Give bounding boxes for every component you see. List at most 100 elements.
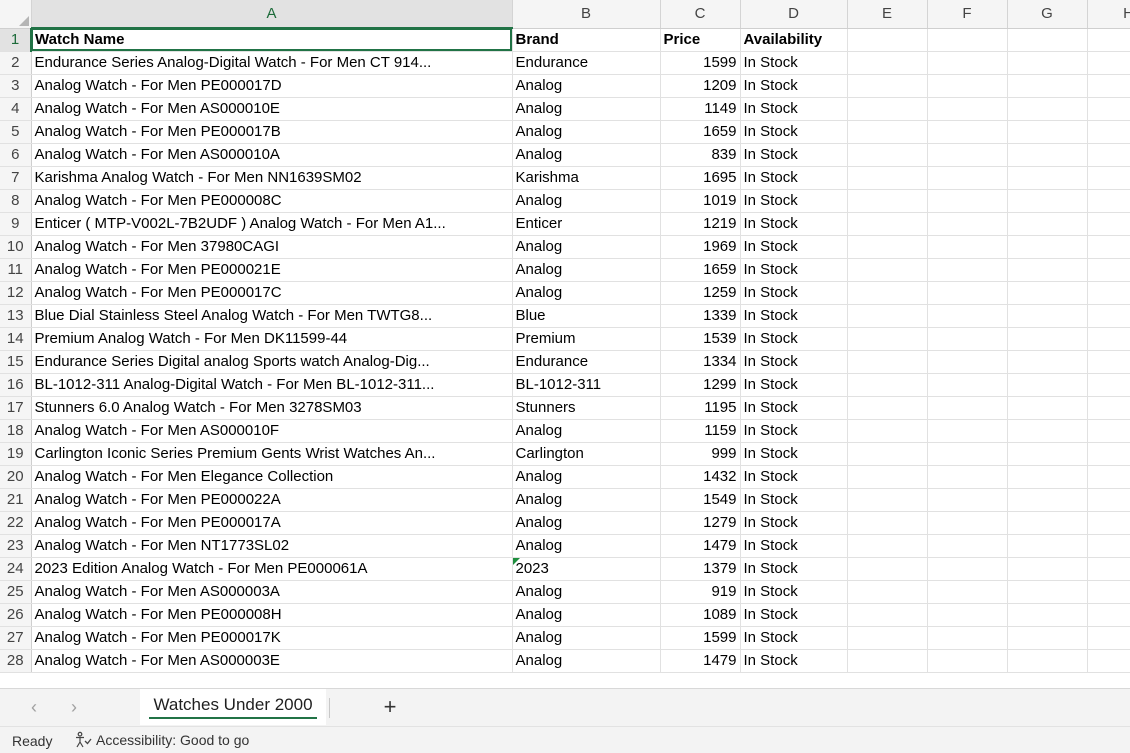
cell-c3[interactable]: 1209	[660, 74, 741, 98]
empty-cell[interactable]	[1007, 51, 1088, 75]
row-header[interactable]: 19	[0, 442, 32, 466]
empty-cell[interactable]	[1007, 465, 1088, 489]
cell-c4[interactable]: 1149	[660, 97, 741, 121]
empty-cell[interactable]	[1007, 419, 1088, 443]
cell-d3[interactable]: In Stock	[740, 74, 848, 98]
empty-cell[interactable]	[1087, 419, 1130, 443]
empty-cell[interactable]	[1087, 534, 1130, 558]
cell-b13[interactable]: Blue	[512, 304, 661, 328]
row-header[interactable]: 20	[0, 465, 32, 489]
cell-c22[interactable]: 1279	[660, 511, 741, 535]
cell-a12[interactable]: Analog Watch - For Men PE000017C	[31, 281, 513, 305]
chevron-right-icon[interactable]: ›	[64, 697, 84, 717]
cell-c10[interactable]: 1969	[660, 235, 741, 259]
row-header[interactable]: 22	[0, 511, 32, 535]
cell-a10[interactable]: Analog Watch - For Men 37980CAGI	[31, 235, 513, 259]
empty-cell[interactable]	[927, 580, 1008, 604]
empty-cell[interactable]	[1007, 304, 1088, 328]
cell-b23[interactable]: Analog	[512, 534, 661, 558]
cell-a17[interactable]: Stunners 6.0 Analog Watch - For Men 3278…	[31, 396, 513, 420]
row-header[interactable]: 12	[0, 281, 32, 305]
cell-b24[interactable]: 2023	[512, 557, 661, 581]
empty-cell[interactable]	[847, 166, 928, 190]
empty-cell[interactable]	[847, 419, 928, 443]
cell-d28[interactable]: In Stock	[740, 649, 848, 673]
cell-a2[interactable]: Endurance Series Analog-Digital Watch - …	[31, 51, 513, 75]
empty-cell[interactable]	[1007, 488, 1088, 512]
empty-cell[interactable]	[1007, 143, 1088, 167]
empty-cell[interactable]	[847, 350, 928, 374]
empty-cell[interactable]	[927, 511, 1008, 535]
cell-a9[interactable]: Enticer ( MTP-V002L-7B2UDF ) Analog Watc…	[31, 212, 513, 236]
cell-b27[interactable]: Analog	[512, 626, 661, 650]
empty-cell[interactable]	[1087, 281, 1130, 305]
cell-c8[interactable]: 1019	[660, 189, 741, 213]
empty-cell[interactable]	[1007, 74, 1088, 98]
cell-b28[interactable]: Analog	[512, 649, 661, 673]
row-header[interactable]: 23	[0, 534, 32, 558]
row-header[interactable]: 14	[0, 327, 32, 351]
row-header[interactable]: 26	[0, 603, 32, 627]
empty-cell[interactable]	[927, 212, 1008, 236]
empty-cell[interactable]	[927, 557, 1008, 581]
empty-cell[interactable]	[1087, 166, 1130, 190]
cell-d23[interactable]: In Stock	[740, 534, 848, 558]
empty-cell[interactable]	[847, 51, 928, 75]
empty-cell[interactable]	[847, 258, 928, 282]
empty-cell[interactable]	[927, 488, 1008, 512]
empty-cell[interactable]	[927, 419, 1008, 443]
empty-cell[interactable]	[1007, 442, 1088, 466]
column-header-e[interactable]: E	[847, 0, 928, 29]
cell-c9[interactable]: 1219	[660, 212, 741, 236]
cell-b16[interactable]: BL-1012-311	[512, 373, 661, 397]
cell-b18[interactable]: Analog	[512, 419, 661, 443]
empty-cell[interactable]	[927, 120, 1008, 144]
row-header[interactable]: 8	[0, 189, 32, 213]
cell-c15[interactable]: 1334	[660, 350, 741, 374]
empty-cell[interactable]	[1087, 212, 1130, 236]
empty-cell[interactable]	[927, 603, 1008, 627]
cell-d27[interactable]: In Stock	[740, 626, 848, 650]
cell-d8[interactable]: In Stock	[740, 189, 848, 213]
empty-cell[interactable]	[927, 258, 1008, 282]
empty-cell[interactable]	[1007, 511, 1088, 535]
empty-cell[interactable]	[1007, 603, 1088, 627]
cell-a26[interactable]: Analog Watch - For Men PE000008H	[31, 603, 513, 627]
empty-cell[interactable]	[927, 281, 1008, 305]
empty-cell[interactable]	[847, 580, 928, 604]
empty-cell[interactable]	[927, 74, 1008, 98]
cell-a20[interactable]: Analog Watch - For Men Elegance Collecti…	[31, 465, 513, 489]
cell-d1[interactable]: Availability	[740, 28, 848, 52]
cell-b5[interactable]: Analog	[512, 120, 661, 144]
column-header-f[interactable]: F	[927, 0, 1008, 29]
empty-cell[interactable]	[1087, 442, 1130, 466]
cell-a3[interactable]: Analog Watch - For Men PE000017D	[31, 74, 513, 98]
cell-a4[interactable]: Analog Watch - For Men AS000010E	[31, 97, 513, 121]
cell-b19[interactable]: Carlington	[512, 442, 661, 466]
empty-cell[interactable]	[847, 557, 928, 581]
empty-cell[interactable]	[1087, 511, 1130, 535]
cell-b25[interactable]: Analog	[512, 580, 661, 604]
empty-cell[interactable]	[847, 74, 928, 98]
cell-a18[interactable]: Analog Watch - For Men AS000010F	[31, 419, 513, 443]
cell-d2[interactable]: In Stock	[740, 51, 848, 75]
empty-cell[interactable]	[1087, 258, 1130, 282]
add-sheet-button[interactable]: +	[378, 695, 402, 719]
cell-d17[interactable]: In Stock	[740, 396, 848, 420]
select-all-corner[interactable]	[0, 0, 32, 29]
cell-b14[interactable]: Premium	[512, 327, 661, 351]
row-header[interactable]: 9	[0, 212, 32, 236]
row-header[interactable]: 21	[0, 488, 32, 512]
cell-b2[interactable]: Endurance	[512, 51, 661, 75]
empty-cell[interactable]	[1087, 28, 1130, 52]
empty-cell[interactable]	[927, 649, 1008, 673]
row-header[interactable]: 5	[0, 120, 32, 144]
cell-d11[interactable]: In Stock	[740, 258, 848, 282]
cell-c17[interactable]: 1195	[660, 396, 741, 420]
cell-b1[interactable]: Brand	[512, 28, 661, 52]
row-header[interactable]: 11	[0, 258, 32, 282]
cell-c26[interactable]: 1089	[660, 603, 741, 627]
cell-c11[interactable]: 1659	[660, 258, 741, 282]
cell-b11[interactable]: Analog	[512, 258, 661, 282]
cell-a22[interactable]: Analog Watch - For Men PE000017A	[31, 511, 513, 535]
